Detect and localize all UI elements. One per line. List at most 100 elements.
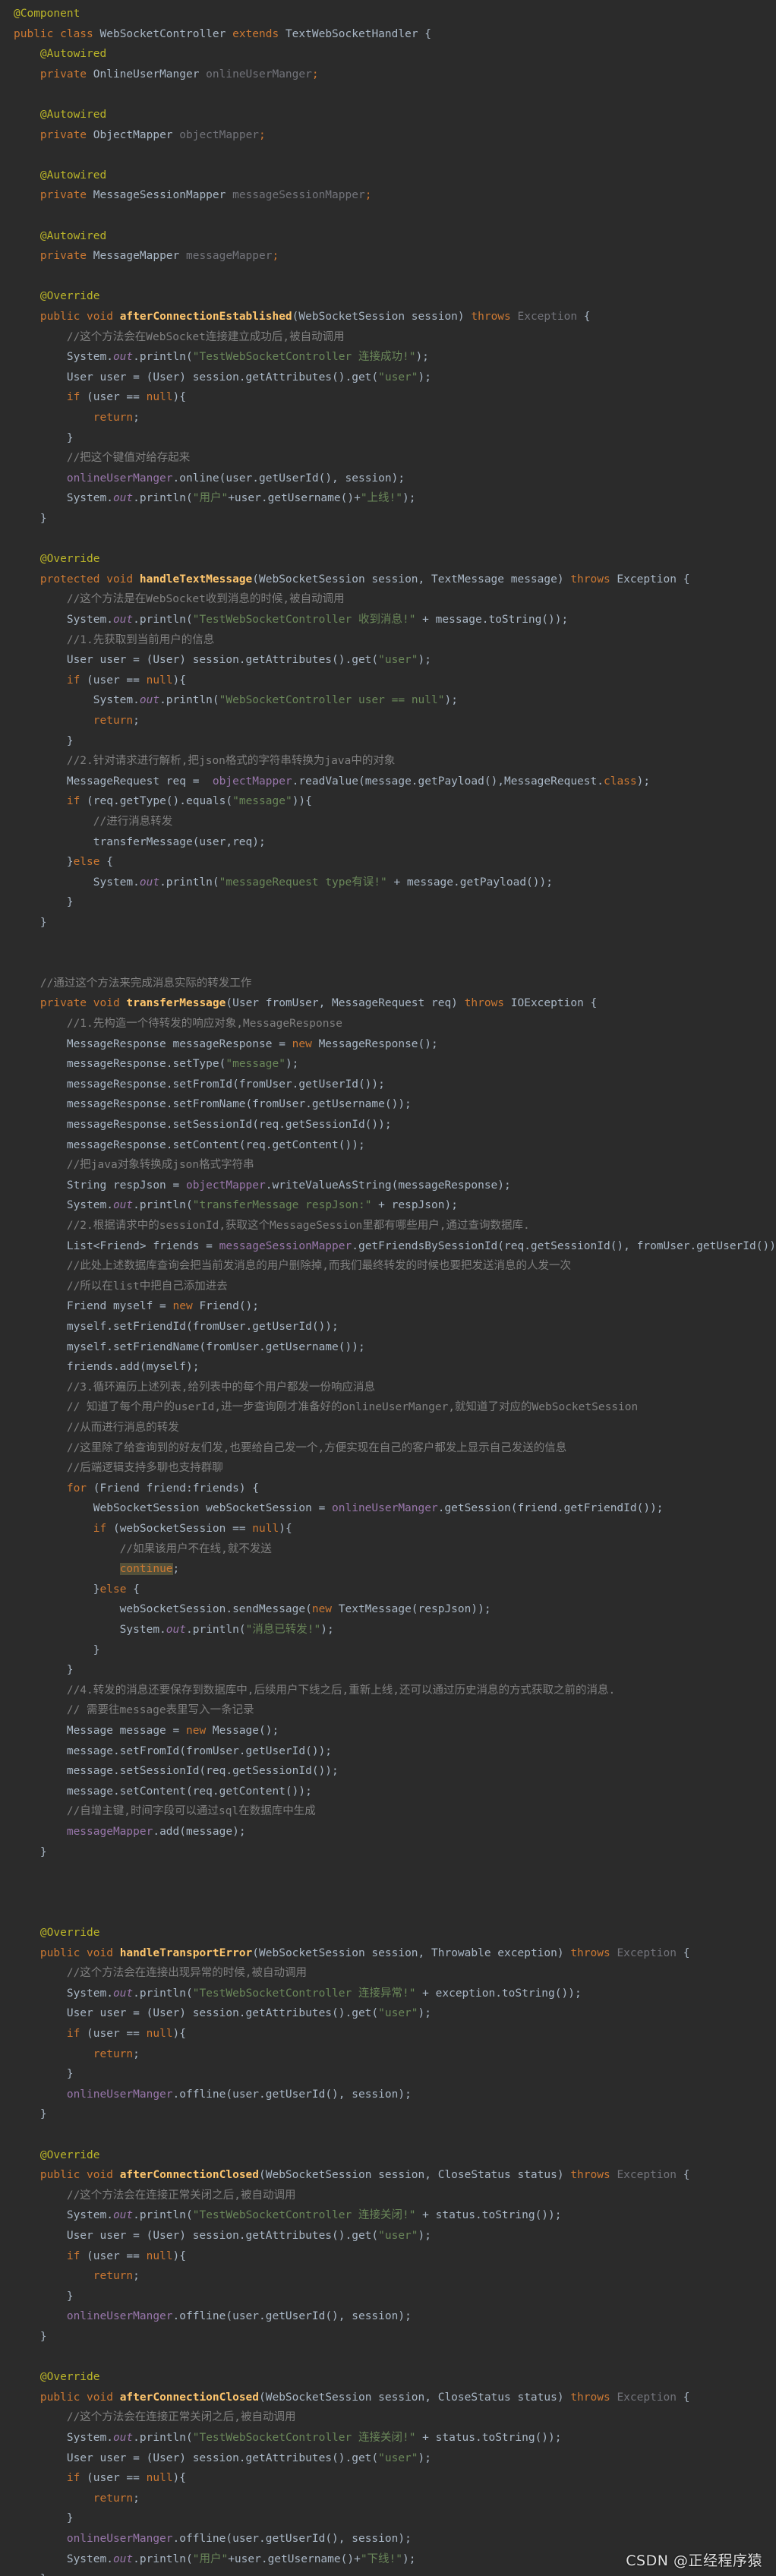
code-editor[interactable]: @Component public class WebSocketControll… (0, 0, 776, 2576)
code-line[interactable]: private void transferMessage(User fromUs… (0, 993, 776, 1013)
code-line[interactable]: } (0, 913, 776, 933)
code-line[interactable]: } (0, 1660, 776, 1680)
code-line[interactable]: messageMapper.add(message); (0, 1822, 776, 1842)
code-line[interactable]: System.out.println("TestWebSocketControl… (0, 347, 776, 367)
code-line[interactable]: public void afterConnectionClosed(WebSoc… (0, 2388, 776, 2407)
code-line[interactable]: if (user == null){ (0, 387, 776, 407)
code-line[interactable]: //1.先构造一个待转发的响应对象,MessageResponse (0, 1014, 776, 1034)
code-line[interactable]: @Override (0, 286, 776, 306)
code-line[interactable]: System.out.println("TestWebSocketControl… (0, 1984, 776, 2003)
code-line[interactable]: return; (0, 2044, 776, 2064)
code-line[interactable]: if (user == null){ (0, 2468, 776, 2488)
code-line[interactable]: @Autowired (0, 226, 776, 246)
code-line[interactable]: messageResponse.setType("message"); (0, 1054, 776, 1074)
code-line[interactable]: private ObjectMapper objectMapper; (0, 125, 776, 145)
code-line[interactable] (0, 933, 776, 953)
code-line[interactable]: System.out.println("TestWebSocketControl… (0, 2428, 776, 2448)
code-line[interactable]: User user = (User) session.getAttributes… (0, 368, 776, 387)
code-line[interactable]: @Override (0, 549, 776, 569)
code-line[interactable] (0, 529, 776, 549)
code-line[interactable]: //这个方法会在连接正常关闭之后,被自动调用 (0, 2186, 776, 2205)
code-line[interactable]: private MessageSessionMapper messageSess… (0, 185, 776, 205)
code-line[interactable]: @Override (0, 2367, 776, 2387)
code-line[interactable]: }else { (0, 1580, 776, 1599)
code-line[interactable] (0, 206, 776, 226)
code-line[interactable]: @Component (0, 4, 776, 24)
code-line[interactable]: webSocketSession.sendMessage(new TextMes… (0, 1599, 776, 1619)
code-line[interactable]: return; (0, 2489, 776, 2508)
code-line[interactable]: onlineUserManger.offline(user.getUserId(… (0, 2085, 776, 2104)
code-line[interactable]: //所以在list中把自己添加进去 (0, 1277, 776, 1296)
code-line[interactable]: public void afterConnectionEstablished(W… (0, 307, 776, 327)
code-line[interactable]: if (user == null){ (0, 671, 776, 690)
code-line[interactable]: //2.针对请求进行解析,把json格式的字符串转换为java中的对象 (0, 751, 776, 771)
code-line[interactable]: //从而进行消息的转发 (0, 1418, 776, 1438)
code-line[interactable] (0, 2125, 776, 2145)
code-line[interactable]: continue; (0, 1559, 776, 1579)
code-line[interactable] (0, 1883, 776, 1902)
code-line[interactable]: System.out.println("transferMessage resp… (0, 1195, 776, 1215)
code-line[interactable] (0, 1902, 776, 1922)
code-line[interactable]: //把java对象转换成json格式字符串 (0, 1155, 776, 1175)
code-line[interactable]: //2.根据请求中的sessionId,获取这个MessageSession里都… (0, 1216, 776, 1236)
code-line[interactable]: messageResponse.setFromName(fromUser.get… (0, 1094, 776, 1114)
code-line[interactable]: Message message = new Message(); (0, 1721, 776, 1741)
code-line[interactable]: } (0, 2064, 776, 2084)
code-line[interactable]: @Autowired (0, 105, 776, 125)
code-line[interactable] (0, 267, 776, 286)
code-line[interactable]: return; (0, 408, 776, 428)
code-line[interactable]: @Override (0, 1923, 776, 1943)
code-line[interactable]: myself.setFriendName(fromUser.getUsernam… (0, 1337, 776, 1357)
code-line[interactable]: //此处上述数据库查询会把当前发消息的用户删除掉,而我们最终转发的时候也要把发送… (0, 1256, 776, 1276)
code-line[interactable]: } (0, 2287, 776, 2306)
code-line[interactable]: } (0, 2104, 776, 2124)
code-line[interactable]: private OnlineUserManger onlineUserMange… (0, 65, 776, 84)
code-line[interactable]: User user = (User) session.getAttributes… (0, 2226, 776, 2246)
code-line[interactable]: //自增主键,时间字段可以通过sql在数据库中生成 (0, 1801, 776, 1821)
code-line[interactable]: } (0, 2327, 776, 2347)
code-line[interactable]: public void afterConnectionClosed(WebSoc… (0, 2165, 776, 2185)
code-line[interactable]: //4.转发的消息还要保存到数据库中,后续用户下线之后,重新上线,还可以通过历史… (0, 1681, 776, 1700)
code-line[interactable]: System.out.println("messageRequest type有… (0, 873, 776, 892)
code-line[interactable]: } (0, 731, 776, 751)
code-line[interactable]: System.out.println("WebSocketController … (0, 690, 776, 710)
code-line[interactable]: message.setSessionId(req.getSessionId())… (0, 1761, 776, 1781)
code-line[interactable]: } (0, 428, 776, 448)
code-line[interactable]: messageResponse.setSessionId(req.getSess… (0, 1115, 776, 1135)
code-line[interactable]: protected void handleTextMessage(WebSock… (0, 570, 776, 589)
code-line[interactable]: // 知道了每个用户的userId,进一步查询刚才准备好的onlineUserM… (0, 1397, 776, 1417)
code-line[interactable]: MessageRequest req = objectMapper.readVa… (0, 772, 776, 791)
code-line[interactable] (0, 145, 776, 165)
code-line[interactable]: onlineUserManger.online(user.getUserId()… (0, 469, 776, 488)
code-line[interactable]: onlineUserManger.offline(user.getUserId(… (0, 2306, 776, 2326)
code-line[interactable]: messageResponse.setFromId(fromUser.getUs… (0, 1075, 776, 1094)
code-line[interactable]: User user = (User) session.getAttributes… (0, 2448, 776, 2468)
code-line[interactable] (0, 84, 776, 104)
code-line[interactable]: for (Friend friend:friends) { (0, 1479, 776, 1498)
code-line[interactable]: @Autowired (0, 166, 776, 185)
code-line[interactable]: if (webSocketSession == null){ (0, 1519, 776, 1539)
code-line[interactable]: //如果该用户不在线,就不发送 (0, 1539, 776, 1559)
code-line[interactable]: // 需要往message表里写入一条记录 (0, 1700, 776, 1720)
code-line[interactable]: System.out.println("TestWebSocketControl… (0, 2205, 776, 2225)
code-line[interactable]: message.setContent(req.getContent()); (0, 1782, 776, 1801)
code-line[interactable]: User user = (User) session.getAttributes… (0, 650, 776, 670)
code-line[interactable]: //通过这个方法来完成消息实际的转发工作 (0, 974, 776, 993)
code-line[interactable]: public void handleTransportError(WebSock… (0, 1943, 776, 1963)
code-line[interactable]: User user = (User) session.getAttributes… (0, 2003, 776, 2023)
code-line[interactable]: transferMessage(user,req); (0, 832, 776, 852)
code-line[interactable]: MessageResponse messageResponse = new Me… (0, 1034, 776, 1054)
code-line[interactable]: } (0, 509, 776, 529)
code-line[interactable]: //这个方法是在WebSocket收到消息的时候,被自动调用 (0, 589, 776, 609)
code-line[interactable]: //这个方法会在连接正常关闭之后,被自动调用 (0, 2407, 776, 2427)
code-line[interactable]: //后端逻辑支持多聊也支持群聊 (0, 1458, 776, 1478)
code-line[interactable]: } (0, 2508, 776, 2528)
code-line[interactable]: public class WebSocketController extends… (0, 24, 776, 44)
code-line[interactable]: if (req.getType().equals("message")){ (0, 791, 776, 811)
code-line[interactable]: Friend myself = new Friend(); (0, 1296, 776, 1316)
code-line[interactable]: return; (0, 711, 776, 731)
code-line[interactable]: return; (0, 2266, 776, 2286)
code-line[interactable]: onlineUserManger.offline(user.getUserId(… (0, 2529, 776, 2549)
code-line[interactable]: messageResponse.setContent(req.getConten… (0, 1135, 776, 1155)
code-line[interactable]: }else { (0, 852, 776, 872)
